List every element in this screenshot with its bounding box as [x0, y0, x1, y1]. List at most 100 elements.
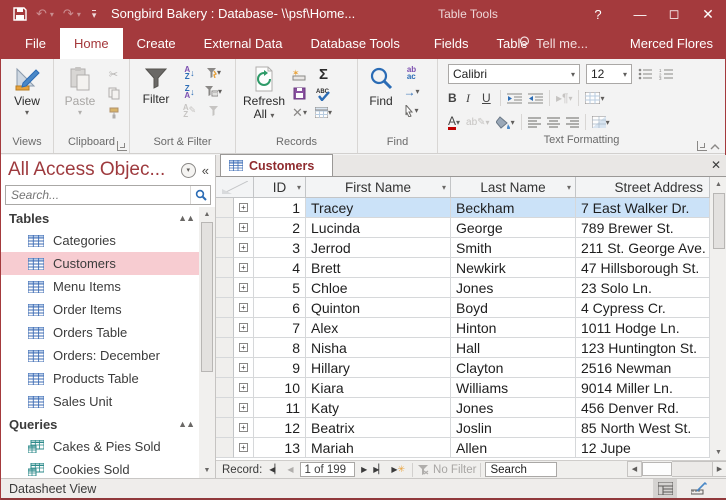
- nav-search-icon[interactable]: [190, 186, 210, 204]
- cell-first-name[interactable]: Beatrix: [306, 418, 451, 438]
- record-selector[interactable]: [216, 198, 234, 218]
- record-position[interactable]: 1 of 199: [300, 462, 356, 477]
- record-selector[interactable]: [216, 218, 234, 238]
- expand-record-icon[interactable]: +: [234, 258, 254, 278]
- new-blank-record-icon[interactable]: ▶✳: [391, 464, 405, 475]
- expand-record-icon[interactable]: +: [234, 218, 254, 238]
- cell-first-name[interactable]: Quinton: [306, 298, 451, 318]
- save-icon[interactable]: [13, 7, 27, 21]
- cell-id[interactable]: 12: [254, 418, 306, 438]
- align-right-icon[interactable]: [566, 117, 579, 128]
- filter-status[interactable]: No Filter: [417, 464, 476, 476]
- collapse-ribbon-icon[interactable]: [710, 142, 720, 150]
- background-color-icon[interactable]: ▾: [496, 116, 515, 129]
- cell-street-address[interactable]: 211 St. George Ave.: [576, 238, 710, 258]
- minimize-button[interactable]: —: [623, 0, 657, 28]
- remove-sort-icon[interactable]: AZ✎: [181, 103, 198, 118]
- cell-street-address[interactable]: 1011 Hodge Ln.: [576, 318, 710, 338]
- italic-button[interactable]: I: [466, 91, 476, 106]
- cell-last-name[interactable]: Allen: [451, 438, 576, 458]
- tab-file[interactable]: File: [11, 28, 60, 59]
- refresh-all-button[interactable]: RefreshAll ▾: [239, 63, 289, 122]
- nav-scroll-down-icon[interactable]: ▼: [199, 463, 215, 478]
- collapse-group-icon[interactable]: ▲▲: [178, 419, 194, 429]
- cell-first-name[interactable]: Alex: [306, 318, 451, 338]
- cell-id[interactable]: 4: [254, 258, 306, 278]
- datasheet-vertical-scrollbar[interactable]: ▲ ▼: [710, 177, 726, 460]
- column-header-street-address[interactable]: Street Address: [576, 177, 710, 198]
- cell-last-name[interactable]: Williams: [451, 378, 576, 398]
- new-record-icon[interactable]: ✶: [291, 67, 308, 82]
- nav-scroll-up-icon[interactable]: ▲: [199, 207, 215, 222]
- cell-first-name[interactable]: Nisha: [306, 338, 451, 358]
- replace-icon[interactable]: abac: [403, 65, 420, 80]
- nav-item-products-table[interactable]: Products Table: [1, 367, 200, 390]
- record-selector[interactable]: [216, 238, 234, 258]
- nav-item-sales-unit[interactable]: Sales Unit: [1, 390, 200, 413]
- cell-street-address[interactable]: 123 Huntington St.: [576, 338, 710, 358]
- find-button[interactable]: Find: [361, 63, 401, 108]
- cell-last-name[interactable]: George: [451, 218, 576, 238]
- record-selector[interactable]: [216, 318, 234, 338]
- save-record-icon[interactable]: [291, 86, 308, 101]
- cell-last-name[interactable]: Hall: [451, 338, 576, 358]
- tell-me-box[interactable]: Tell me...: [519, 28, 588, 59]
- cell-id[interactable]: 8: [254, 338, 306, 358]
- delete-record-icon[interactable]: ✕▾: [291, 105, 308, 120]
- align-left-icon[interactable]: [528, 117, 541, 128]
- record-selector[interactable]: [216, 338, 234, 358]
- record-selector[interactable]: [216, 398, 234, 418]
- cell-first-name[interactable]: Chloe: [306, 278, 451, 298]
- cell-id[interactable]: 11: [254, 398, 306, 418]
- sheet-scroll-thumb[interactable]: [713, 193, 725, 249]
- cell-first-name[interactable]: Katy: [306, 398, 451, 418]
- expand-record-icon[interactable]: +: [234, 238, 254, 258]
- nav-item-categories[interactable]: Categories: [1, 229, 200, 252]
- sheet-scroll-up-icon[interactable]: ▲: [711, 177, 726, 192]
- cell-first-name[interactable]: Lucinda: [306, 218, 451, 238]
- cell-street-address[interactable]: 7 East Walker Dr.: [576, 198, 710, 218]
- shutter-bar-close-icon[interactable]: «: [202, 163, 209, 178]
- bullets-icon[interactable]: [638, 68, 653, 80]
- text-formatting-dialog-launcher-icon[interactable]: [697, 141, 707, 151]
- totals-icon[interactable]: Σ: [315, 67, 332, 82]
- nav-item-customers[interactable]: Customers: [1, 252, 200, 275]
- copy-icon[interactable]: [105, 86, 122, 101]
- cell-last-name[interactable]: Jones: [451, 278, 576, 298]
- expand-record-icon[interactable]: +: [234, 358, 254, 378]
- cell-id[interactable]: 7: [254, 318, 306, 338]
- sort-descending-icon[interactable]: ZA↓: [181, 84, 198, 99]
- record-selector[interactable]: [216, 438, 234, 458]
- redo-icon[interactable]: ↷: [63, 6, 74, 22]
- expand-record-icon[interactable]: +: [234, 278, 254, 298]
- cell-street-address[interactable]: 47 Hillsborough St.: [576, 258, 710, 278]
- clipboard-dialog-launcher-icon[interactable]: [117, 141, 127, 151]
- last-record-icon[interactable]: ▶▏: [373, 464, 385, 475]
- highlight-color-icon[interactable]: ab✎▾: [466, 117, 490, 128]
- column-header-first-name[interactable]: First Name▾: [306, 177, 451, 198]
- user-name[interactable]: Merced Flores: [630, 28, 713, 59]
- alternate-row-color-icon[interactable]: ▾: [592, 116, 610, 128]
- nav-item-orders-december[interactable]: Orders: December: [1, 344, 200, 367]
- record-selector[interactable]: [216, 378, 234, 398]
- expand-record-icon[interactable]: +: [234, 318, 254, 338]
- record-selector[interactable]: [216, 278, 234, 298]
- sort-ascending-icon[interactable]: AZ↓: [181, 65, 198, 80]
- tab-home[interactable]: Home: [60, 28, 123, 59]
- close-document-icon[interactable]: ✕: [711, 158, 721, 172]
- numbering-icon[interactable]: 123: [659, 68, 674, 80]
- cell-first-name[interactable]: Hillary: [306, 358, 451, 378]
- cut-icon[interactable]: ✂: [105, 67, 122, 82]
- cell-street-address[interactable]: 85 North West St.: [576, 418, 710, 438]
- cell-first-name[interactable]: Tracey: [306, 198, 451, 218]
- tab-external-data[interactable]: External Data: [190, 28, 297, 59]
- record-selector[interactable]: [216, 258, 234, 278]
- cell-street-address[interactable]: 456 Denver Rd.: [576, 398, 710, 418]
- expand-record-icon[interactable]: +: [234, 398, 254, 418]
- nav-item-cookies-sold[interactable]: Cookies Sold: [1, 458, 200, 478]
- cell-last-name[interactable]: Joslin: [451, 418, 576, 438]
- cell-id[interactable]: 5: [254, 278, 306, 298]
- nav-search-input[interactable]: [6, 186, 190, 204]
- increase-indent-icon[interactable]: [528, 93, 543, 104]
- cell-street-address[interactable]: 9014 Miller Ln.: [576, 378, 710, 398]
